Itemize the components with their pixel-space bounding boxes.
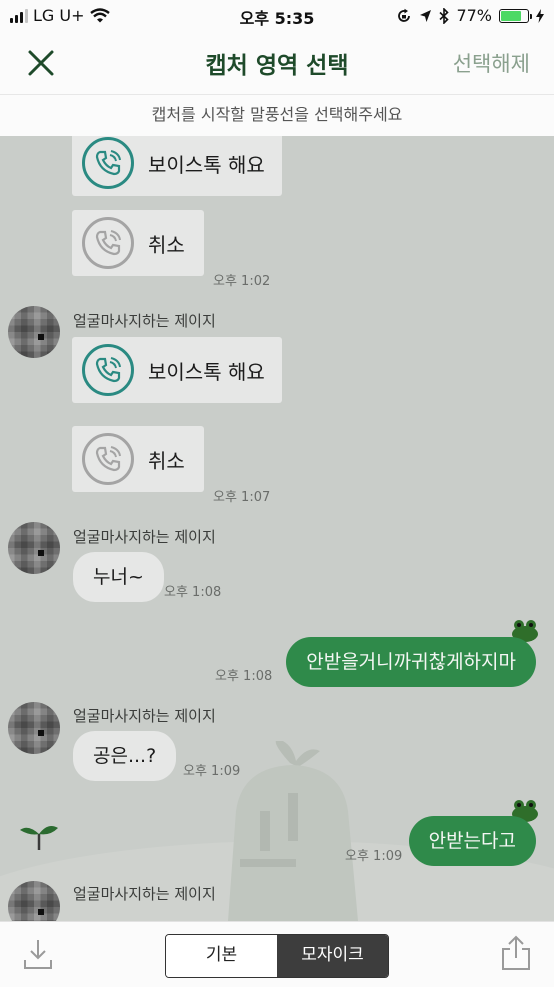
basic-mode-button[interactable]: 기본 xyxy=(166,935,277,977)
voice-talk-card[interactable]: 보이스톡 해요 xyxy=(72,136,282,196)
battery-icon xyxy=(499,8,532,23)
battery-fill xyxy=(501,10,522,21)
rotation-lock-icon xyxy=(398,8,411,22)
mosaic-mode-button[interactable]: 모자이크 xyxy=(277,935,388,977)
phone-call-icon xyxy=(82,433,134,485)
message-time: 오후 1:02 xyxy=(213,274,271,289)
share-icon[interactable] xyxy=(500,934,532,972)
sprout-icon xyxy=(20,826,58,850)
voice-talk-label: 보이스톡 해요 xyxy=(148,359,265,384)
message-time: 오후 1:08 xyxy=(215,669,273,684)
call-cancel-label: 취소 xyxy=(148,448,185,473)
message-time: 오후 1:09 xyxy=(345,849,403,864)
chat-area[interactable]: 보이스톡 해요 취소 오후 1:02 얼굴마사지하는 제이지 보이스톡 해요 취… xyxy=(0,136,554,921)
navigation-bar: 캡처 영역 선택 선택해제 xyxy=(0,32,554,94)
sent-message[interactable]: 안받는다고 xyxy=(408,816,536,866)
sender-name: 얼굴마사지하는 제이지 xyxy=(73,707,216,725)
status-bar: LG U+ 오후 5:35 77% xyxy=(0,0,554,32)
received-message[interactable]: 누너~ xyxy=(73,552,164,602)
voice-talk-card[interactable]: 보이스톡 해요 xyxy=(72,337,282,403)
status-right: 77% xyxy=(396,6,544,25)
voice-talk-label: 보이스톡 해요 xyxy=(148,152,265,177)
call-cancel-card[interactable]: 취소 xyxy=(72,210,204,276)
call-cancel-card[interactable]: 취소 xyxy=(72,426,204,492)
location-icon xyxy=(420,9,432,22)
message-time: 오후 1:08 xyxy=(164,585,222,600)
avatar[interactable] xyxy=(8,306,60,358)
message-time: 오후 1:09 xyxy=(183,764,241,779)
message-time: 오후 1:07 xyxy=(213,490,271,505)
mode-toggle[interactable]: 기본 모자이크 xyxy=(165,934,389,978)
sender-name: 얼굴마사지하는 제이지 xyxy=(73,312,216,330)
download-icon[interactable] xyxy=(22,936,54,972)
deselect-button[interactable]: 선택해제 xyxy=(453,48,530,78)
sender-name: 얼굴마사지하는 제이지 xyxy=(73,885,216,903)
sender-name: 얼굴마사지하는 제이지 xyxy=(73,528,216,546)
bluetooth-icon xyxy=(439,7,450,24)
call-cancel-label: 취소 xyxy=(148,232,185,257)
avatar[interactable] xyxy=(8,702,60,754)
avatar[interactable] xyxy=(8,522,60,574)
phone-call-icon xyxy=(82,217,134,269)
bottom-toolbar: 기본 모자이크 xyxy=(0,921,554,987)
phone-call-icon xyxy=(82,137,134,189)
battery-percent: 77% xyxy=(456,6,492,25)
sent-message[interactable]: 안받을거니까귀찮게하지마 xyxy=(286,637,536,687)
charging-icon xyxy=(536,8,544,23)
received-message[interactable]: 공은...? xyxy=(73,731,177,781)
phone-call-icon xyxy=(82,344,134,396)
capture-hint: 캡처를 시작할 말풍선을 선택해주세요 xyxy=(0,94,554,136)
